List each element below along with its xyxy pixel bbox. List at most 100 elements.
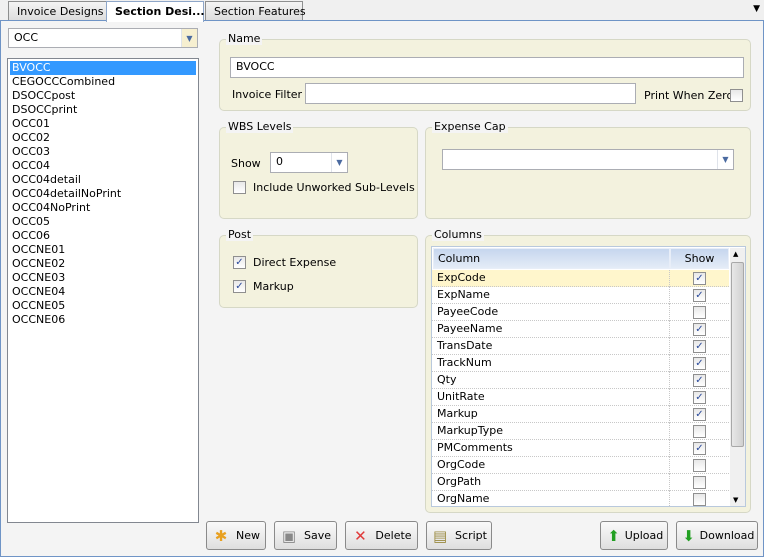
section-list[interactable]: BVOCC CEGOCCCombined DSOCCpost DSOCCprint OC… bbox=[7, 58, 199, 523]
delete-icon: ✕ bbox=[354, 526, 367, 545]
script-label: Script bbox=[455, 529, 487, 542]
columns-grid: Column Show ExpCode ✓ ExpName ✓ PayeeCode Pay… bbox=[431, 246, 746, 507]
section-list-item[interactable]: OCCNE06 bbox=[10, 313, 196, 327]
grid-row[interactable]: ExpName ✓ bbox=[432, 287, 729, 304]
section-list-item[interactable]: OCCNE02 bbox=[10, 257, 196, 271]
section-list-item[interactable]: CEGOCCCombined bbox=[10, 75, 196, 89]
section-list-item[interactable]: OCC05 bbox=[10, 215, 196, 229]
chevron-down-icon[interactable]: ▼ bbox=[717, 150, 733, 169]
markup-checkbox[interactable]: ✓ bbox=[233, 280, 246, 293]
print-when-zero-checkbox[interactable] bbox=[730, 89, 743, 102]
column-name: TransDate bbox=[437, 339, 493, 352]
show-checkbox[interactable]: ✓ bbox=[693, 272, 706, 285]
scroll-up-icon[interactable]: ▲ bbox=[733, 250, 738, 258]
section-list-item[interactable]: OCCNE01 bbox=[10, 243, 196, 257]
section-list-item[interactable]: OCCNE04 bbox=[10, 285, 196, 299]
section-list-item[interactable]: OCC03 bbox=[10, 145, 196, 159]
grid-row[interactable]: PMComments ✓ bbox=[432, 440, 729, 457]
expense-cap-legend: Expense Cap bbox=[432, 120, 508, 133]
show-checkbox[interactable] bbox=[693, 476, 706, 489]
grid-row[interactable]: OrgPath bbox=[432, 474, 729, 491]
include-unworked-label: Include Unworked Sub-Levels bbox=[253, 181, 415, 194]
upload-button[interactable]: ⬆ Upload bbox=[600, 521, 668, 550]
column-name: PayeeCode bbox=[437, 305, 499, 318]
grid-row[interactable]: PayeeName ✓ bbox=[432, 321, 729, 338]
section-list-item[interactable]: OCC01 bbox=[10, 117, 196, 131]
delete-button[interactable]: ✕ Delete bbox=[345, 521, 418, 550]
expense-cap-group: Expense Cap bbox=[425, 120, 751, 219]
grid-row[interactable]: MarkupType bbox=[432, 423, 729, 440]
section-list-item[interactable]: DSOCCpost bbox=[10, 89, 196, 103]
grid-row[interactable]: ExpCode ✓ bbox=[432, 270, 729, 287]
tab-invoice-designs[interactable]: Invoice Designs bbox=[8, 1, 108, 21]
wbs-levels-group: WBS Levels bbox=[219, 120, 418, 219]
show-checkbox[interactable] bbox=[693, 425, 706, 438]
column-name: MarkupType bbox=[437, 424, 504, 437]
show-checkbox[interactable]: ✓ bbox=[693, 391, 706, 404]
show-checkbox[interactable]: ✓ bbox=[693, 442, 706, 455]
show-checkbox[interactable]: ✓ bbox=[693, 374, 706, 387]
scroll-thumb[interactable] bbox=[731, 262, 744, 447]
new-button[interactable]: ✱ New bbox=[206, 521, 266, 550]
invoice-filter-label: Invoice Filter bbox=[232, 88, 303, 101]
column-name: PMComments bbox=[437, 441, 513, 454]
show-checkbox[interactable] bbox=[693, 306, 706, 319]
grid-row[interactable]: OrgName bbox=[432, 491, 729, 506]
show-checkbox[interactable] bbox=[693, 493, 706, 506]
show-checkbox[interactable]: ✓ bbox=[693, 340, 706, 353]
wbs-show-value: 0 bbox=[276, 155, 283, 168]
grid-row[interactable]: UnitRate ✓ bbox=[432, 389, 729, 406]
grid-scrollbar[interactable]: ▲ ▼ bbox=[730, 248, 745, 506]
tab-section-designs[interactable]: Section Desi... bbox=[106, 1, 205, 22]
expense-cap-select[interactable]: ▼ bbox=[442, 149, 734, 170]
show-checkbox[interactable]: ✓ bbox=[693, 289, 706, 302]
name-input[interactable]: BVOCC bbox=[230, 57, 744, 78]
save-icon: ▣ bbox=[281, 526, 297, 545]
show-header[interactable]: Show bbox=[670, 248, 729, 269]
chevron-down-icon[interactable]: ▼ bbox=[331, 153, 347, 172]
category-select-value: OCC bbox=[14, 31, 39, 44]
tab-menu-chevron-icon[interactable]: ▼ bbox=[753, 4, 760, 14]
column-header[interactable]: Column bbox=[433, 248, 670, 269]
show-checkbox[interactable] bbox=[693, 459, 706, 472]
grid-row[interactable]: TrackNum ✓ bbox=[432, 355, 729, 372]
download-button[interactable]: ⬇ Download bbox=[676, 521, 758, 550]
category-select[interactable]: OCC ▼ bbox=[8, 28, 198, 48]
invoice-filter-input[interactable] bbox=[305, 83, 636, 104]
column-name: PayeeName bbox=[437, 322, 503, 335]
section-list-item[interactable]: OCC02 bbox=[10, 131, 196, 145]
new-label: New bbox=[236, 529, 260, 542]
new-icon: ✱ bbox=[214, 526, 228, 545]
scroll-down-icon[interactable]: ▼ bbox=[733, 496, 738, 504]
upload-label: Upload bbox=[624, 529, 664, 542]
column-name: TrackNum bbox=[437, 356, 492, 369]
grid-row[interactable]: TransDate ✓ bbox=[432, 338, 729, 355]
save-button[interactable]: ▣ Save bbox=[274, 521, 337, 550]
columns-legend: Columns bbox=[432, 228, 484, 241]
section-list-item[interactable]: OCC04detailNoPrint bbox=[10, 187, 196, 201]
section-list-item[interactable]: BVOCC bbox=[10, 61, 196, 75]
section-list-item[interactable]: OCC04detail bbox=[10, 173, 196, 187]
show-checkbox[interactable]: ✓ bbox=[693, 323, 706, 336]
direct-expense-checkbox[interactable]: ✓ bbox=[233, 256, 246, 269]
grid-row[interactable]: OrgCode bbox=[432, 457, 729, 474]
markup-label: Markup bbox=[253, 280, 294, 293]
tab-section-features[interactable]: Section Features bbox=[205, 1, 306, 21]
show-checkbox[interactable]: ✓ bbox=[693, 408, 706, 421]
section-list-item[interactable]: OCC04NoPrint bbox=[10, 201, 196, 215]
grid-row[interactable]: Markup ✓ bbox=[432, 406, 729, 423]
section-list-item[interactable]: OCC04 bbox=[10, 159, 196, 173]
show-checkbox[interactable]: ✓ bbox=[693, 357, 706, 370]
chevron-down-icon[interactable]: ▼ bbox=[181, 29, 197, 47]
script-button[interactable]: ▤ Script bbox=[426, 521, 492, 550]
section-list-item[interactable]: OCCNE05 bbox=[10, 299, 196, 313]
grid-row[interactable]: PayeeCode bbox=[432, 304, 729, 321]
column-name: OrgName bbox=[437, 492, 490, 505]
wbs-show-select[interactable]: 0 ▼ bbox=[270, 152, 348, 173]
section-list-item[interactable]: DSOCCprint bbox=[10, 103, 196, 117]
column-name: ExpName bbox=[437, 288, 490, 301]
section-list-item[interactable]: OCC06 bbox=[10, 229, 196, 243]
include-unworked-checkbox[interactable] bbox=[233, 181, 246, 194]
grid-row[interactable]: Qty ✓ bbox=[432, 372, 729, 389]
section-list-item[interactable]: OCCNE03 bbox=[10, 271, 196, 285]
